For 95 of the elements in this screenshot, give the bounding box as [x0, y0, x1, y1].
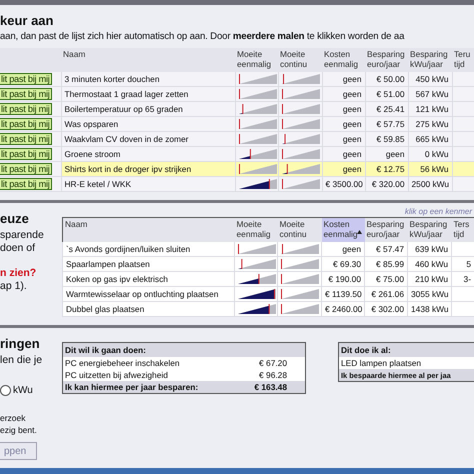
table-cell: € 57.75 [365, 116, 408, 132]
section-heading: keur aan [0, 12, 54, 30]
info-text: ap 1). [0, 280, 28, 293]
table-cell: 275 kWu [408, 116, 452, 132]
table-cell: 5 [452, 256, 474, 272]
table-cell: € 302.00 [364, 302, 408, 316]
table-cell: € 3500.00 [322, 176, 365, 192]
table-cell: 121 kWu [408, 102, 452, 116]
table-cell: Was opsparen [61, 116, 235, 132]
table-cell: Shirts kort in de droger ipv strijken [61, 162, 235, 176]
table-cell: 639 kWu [408, 242, 452, 256]
table-cell: € 50.00 [365, 72, 408, 86]
column-header[interactable]: Moeite eenmalig [235, 48, 278, 72]
table-cell: 56 kWu [408, 162, 452, 176]
fit-button[interactable]: lit past bij mij [0, 103, 52, 115]
note-text: ezig bent. [0, 424, 38, 436]
column-header[interactable]: Naam [62, 218, 234, 242]
table-cell: PC energiebeheer inschakelen [62, 357, 238, 369]
table-cell: 2500 kWu [408, 176, 452, 192]
section-heading: ringen [0, 335, 41, 353]
column-header[interactable]: Kosten eenmalig [322, 218, 364, 242]
table-cell: `s Avonds gordijnen/luiken sluiten [62, 242, 234, 256]
column-header[interactable]: Kosten eenmalig [322, 48, 365, 72]
table-cell: LED lampen plaatsen [338, 357, 474, 369]
table-cell: 567 kWu [408, 86, 452, 102]
info-text: sparende [0, 229, 45, 242]
note-text: erzoek [0, 412, 27, 424]
table-cell: 450 kWu [408, 72, 452, 86]
column-header[interactable]: Besparing euro/jaar [364, 218, 408, 242]
table-cell: € 1139.50 [322, 286, 364, 302]
table-cell: € 320.00 [365, 176, 408, 192]
fit-button[interactable]: lit past bij mij [0, 73, 52, 85]
table-cell: Spaarlampen plaatsen [62, 256, 234, 272]
table-cell: Koken op gas ipv elektrisch [62, 272, 234, 286]
table-cell: € 2460.00 [322, 302, 364, 316]
column-header[interactable]: Besparing kWu/jaar [408, 48, 452, 72]
table-cell: geen [322, 242, 364, 256]
table-cell: € 25.41 [365, 102, 408, 116]
fit-button[interactable]: lit past bij mij [0, 163, 52, 175]
table-cell: € 51.00 [365, 86, 408, 102]
column-header[interactable]: Moeite eenmalig [234, 218, 278, 242]
table-cell: € 69.30 [322, 256, 364, 272]
table-cell: geen [322, 162, 365, 176]
table-cell: Waakvlam CV doven in de zomer [61, 132, 235, 146]
column-header[interactable]: Naam [61, 48, 235, 72]
fit-button[interactable]: lit past bij mij [0, 178, 52, 190]
table-cell: € 67.20 [238, 357, 306, 369]
fit-button[interactable]: lit past bij mij [0, 88, 52, 100]
table-cell: 3- [452, 272, 474, 286]
info-text: doen of [0, 242, 36, 255]
table-cell: € 12.75 [365, 162, 408, 176]
table-cell: Dubbel glas plaatsen [62, 302, 234, 316]
fit-button[interactable]: lit past bij mij [0, 118, 52, 130]
table-cell: € 57.47 [364, 242, 408, 256]
kwu-radio[interactable]: kWu [0, 385, 62, 396]
info-text: len die je [0, 354, 44, 367]
table-cell: geen [322, 86, 365, 102]
total-label: Ik kan hiermee per jaar besparen: [62, 381, 238, 394]
table-cell: € 96.28 [238, 369, 306, 381]
table-cell: geen [322, 72, 365, 86]
intro-text: aan, dan past de lijst zich hier automatisch op aan. Door meerdere malen te klikken worden de aa [0, 31, 406, 42]
column-header[interactable]: Moeite continu [278, 48, 322, 72]
table-title: Dit doe ik al: [338, 342, 474, 357]
table-title: Dit wil ik gaan doen: [62, 342, 306, 357]
column-header[interactable]: Besparing euro/jaar [365, 48, 408, 72]
table-cell: HR-E ketel / WKK [61, 176, 235, 192]
fit-button[interactable]: lit past bij mij [0, 133, 52, 145]
column-header[interactable]: Moeite continu [278, 218, 322, 242]
table-cell: 460 kWu [408, 256, 452, 272]
info-text: n zien? [0, 267, 38, 280]
hint-text: klik op een kenmer [404, 206, 474, 217]
column-header[interactable]: Ters tijd [452, 218, 474, 242]
table-cell: € 190.00 [322, 272, 364, 286]
table-cell: € 75.00 [364, 272, 408, 286]
column-header[interactable]: Besparing kWu/jaar [408, 218, 452, 242]
table-cell: Boilertemperatuur op 65 graden [61, 102, 235, 116]
table-cell: 3 minuten korter douchen [61, 72, 235, 86]
table-cell: PC uitzetten bij afwezigheid [62, 369, 238, 381]
total-value: € 163.48 [238, 381, 306, 394]
table-cell: € 261.06 [364, 286, 408, 302]
table-cell: geen [322, 132, 365, 146]
fit-button[interactable]: lit past bij mij [0, 148, 52, 160]
table-cell: Thermostaat 1 graad lager zetten [61, 86, 235, 102]
table-cell: € 85.99 [364, 256, 408, 272]
sort-arrow-icon [356, 230, 362, 234]
table-cell: 665 kWu [408, 132, 452, 146]
table-cell: Warmtewisselaar op ontluchting plaatsen [62, 286, 234, 302]
table-cell: 1438 kWu [408, 302, 452, 316]
section-heading: euze [0, 210, 30, 228]
table-cell: geen [322, 116, 365, 132]
table-cell: geen [322, 102, 365, 116]
table-cell: 3055 kWu [408, 286, 452, 302]
table-cell: € 59.85 [365, 132, 408, 146]
table-cell: 210 kWu [408, 272, 452, 286]
column-header[interactable]: Teru tijd [452, 48, 474, 72]
